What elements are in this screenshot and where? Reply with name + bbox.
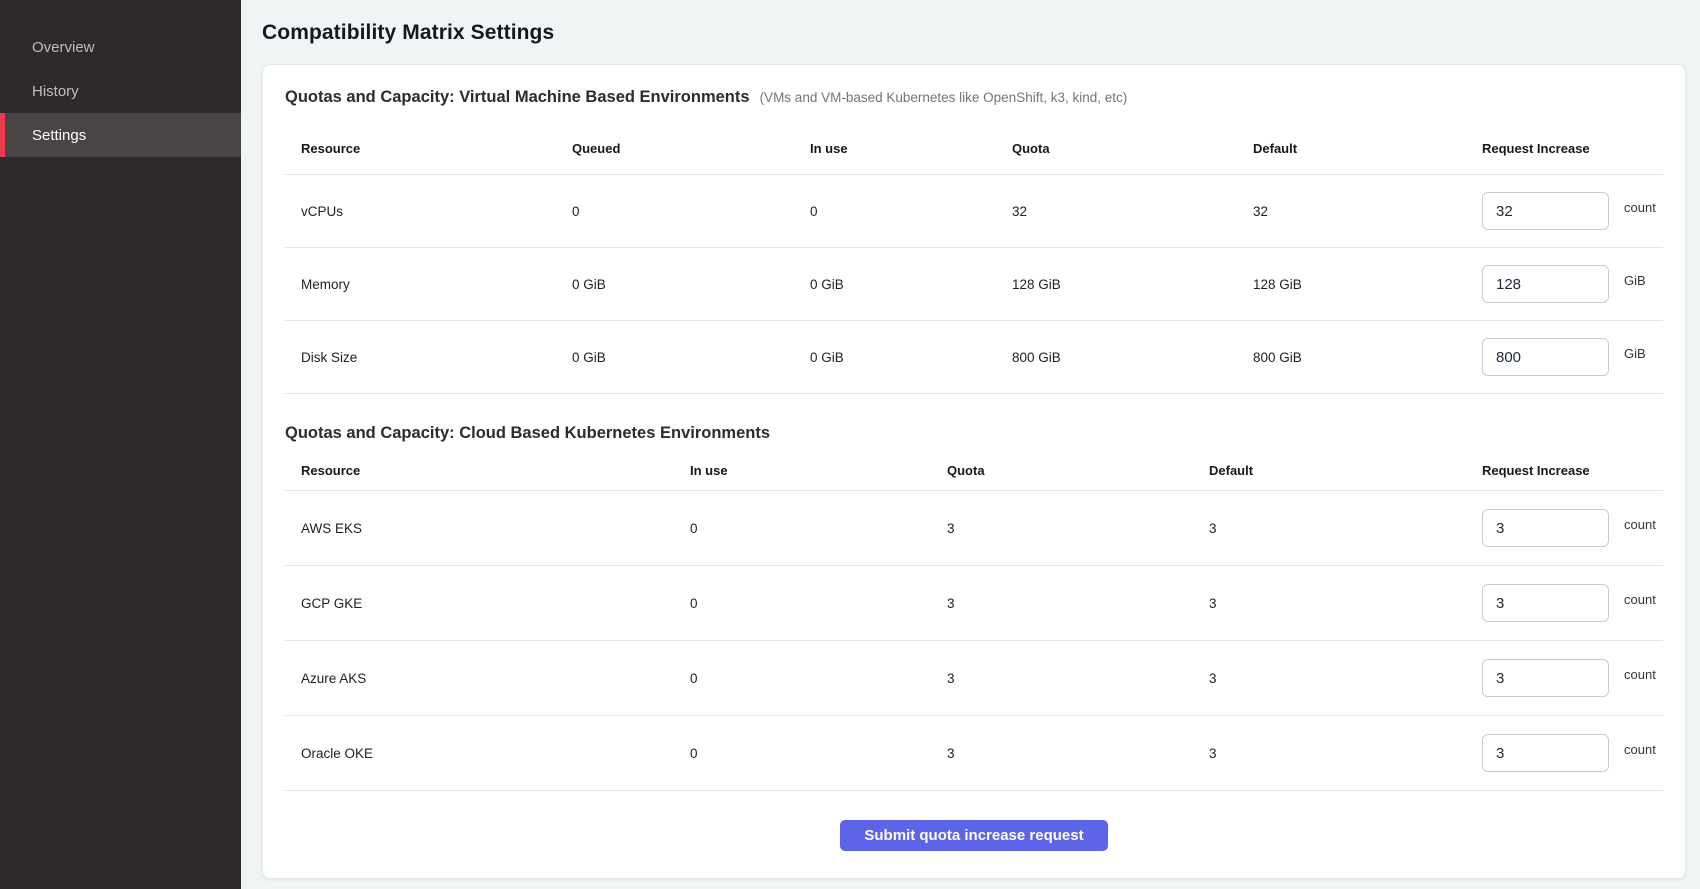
- request-increase-input-disk-size[interactable]: [1482, 338, 1609, 376]
- cell-default: 3: [1209, 596, 1482, 611]
- cell-default: 128 GiB: [1253, 277, 1482, 292]
- column-header-request-increase: Request Increase: [1482, 463, 1663, 478]
- request-increase-cell: GiB: [1482, 338, 1663, 376]
- cell-quota: 3: [947, 596, 1209, 611]
- request-increase-input-oracle-oke[interactable]: [1482, 734, 1609, 772]
- cell-default: 32: [1253, 204, 1482, 219]
- request-increase-cell: count: [1482, 659, 1663, 697]
- cell-default: 800 GiB: [1253, 350, 1482, 365]
- resource-name: Azure AKS: [285, 671, 690, 686]
- request-increase-cell: count: [1482, 192, 1663, 230]
- cell-quota: 3: [947, 671, 1209, 686]
- column-header-request-increase: Request Increase: [1482, 141, 1663, 156]
- column-header-in-use: In use: [690, 463, 947, 478]
- resource-name: AWS EKS: [285, 521, 690, 536]
- resource-name: GCP GKE: [285, 596, 690, 611]
- table-header-row: ResourceIn useQuotaDefaultRequest Increa…: [285, 451, 1663, 491]
- main-content: Compatibility Matrix Settings Quotas and…: [241, 0, 1700, 889]
- column-header-quota: Quota: [1012, 141, 1253, 156]
- cell-queued: 0 GiB: [572, 350, 810, 365]
- sidebar-nav: OverviewHistorySettings: [0, 25, 241, 157]
- section-subheading: (VMs and VM-based Kubernetes like OpenSh…: [760, 90, 1128, 105]
- cloud-quotas-section: Quotas and Capacity: Cloud Based Kuberne…: [285, 394, 1663, 791]
- table-row-oracle-oke: Oracle OKE033count: [285, 716, 1663, 791]
- cell-in-use: 0: [810, 204, 1012, 219]
- cell-default: 3: [1209, 671, 1482, 686]
- table-row-memory: Memory0 GiB0 GiB128 GiB128 GiBGiB: [285, 248, 1663, 321]
- button-row: Submit quota increase request: [285, 791, 1663, 851]
- column-header-resource: Resource: [285, 463, 690, 478]
- table-row-azure-aks: Azure AKS033count: [285, 641, 1663, 716]
- table-row-disk-size: Disk Size0 GiB0 GiB800 GiB800 GiBGiB: [285, 321, 1663, 394]
- cell-default: 3: [1209, 521, 1482, 536]
- resource-name: vCPUs: [285, 204, 572, 219]
- sidebar-item-overview[interactable]: Overview: [0, 25, 241, 69]
- request-increase-cell: count: [1482, 584, 1663, 622]
- unit-label: GiB: [1624, 346, 1646, 361]
- cell-quota: 3: [947, 746, 1209, 761]
- column-header-resource: Resource: [285, 141, 572, 156]
- vm-quotas-section: Quotas and Capacity: Virtual Machine Bas…: [285, 65, 1663, 394]
- section-heading-row: Quotas and Capacity: Virtual Machine Bas…: [285, 65, 1663, 107]
- column-header-quota: Quota: [947, 463, 1209, 478]
- cell-quota: 32: [1012, 204, 1253, 219]
- table-row-aws-eks: AWS EKS033count: [285, 491, 1663, 566]
- table-header-row: ResourceQueuedIn useQuotaDefaultRequest …: [285, 123, 1663, 175]
- request-increase-cell: GiB: [1482, 265, 1663, 303]
- section-heading-row: Quotas and Capacity: Cloud Based Kuberne…: [285, 394, 1663, 443]
- sidebar-item-settings[interactable]: Settings: [0, 113, 241, 157]
- cell-quota: 3: [947, 521, 1209, 536]
- submit-quota-increase-button[interactable]: Submit quota increase request: [840, 820, 1107, 851]
- request-increase-cell: count: [1482, 734, 1663, 772]
- unit-label: count: [1624, 200, 1656, 215]
- cell-quota: 128 GiB: [1012, 277, 1253, 292]
- column-header-in-use: In use: [810, 141, 1012, 156]
- section-heading: Quotas and Capacity: Virtual Machine Bas…: [285, 88, 750, 107]
- unit-label: GiB: [1624, 273, 1646, 288]
- sidebar: OverviewHistorySettings: [0, 0, 241, 889]
- page-title: Compatibility Matrix Settings: [262, 21, 1686, 45]
- cell-in-use: 0 GiB: [810, 350, 1012, 365]
- request-increase-input-memory[interactable]: [1482, 265, 1609, 303]
- unit-label: count: [1624, 667, 1656, 682]
- table-row-gcp-gke: GCP GKE033count: [285, 566, 1663, 641]
- column-header-queued: Queued: [572, 141, 810, 156]
- table-body: AWS EKS033countGCP GKE033countAzure AKS0…: [285, 491, 1663, 791]
- cell-in-use: 0: [690, 521, 947, 536]
- resource-name: Disk Size: [285, 350, 572, 365]
- settings-card: Quotas and Capacity: Virtual Machine Bas…: [262, 64, 1686, 879]
- unit-label: count: [1624, 742, 1656, 757]
- column-header-default: Default: [1209, 463, 1482, 478]
- resource-name: Memory: [285, 277, 572, 292]
- app-window: OverviewHistorySettings Compatibility Ma…: [0, 0, 1700, 889]
- section-heading: Quotas and Capacity: Cloud Based Kuberne…: [285, 424, 770, 443]
- request-increase-input-azure-aks[interactable]: [1482, 659, 1609, 697]
- cell-default: 3: [1209, 746, 1482, 761]
- request-increase-input-vcpus[interactable]: [1482, 192, 1609, 230]
- resource-name: Oracle OKE: [285, 746, 690, 761]
- cell-in-use: 0: [690, 746, 947, 761]
- column-header-default: Default: [1253, 141, 1482, 156]
- cell-quota: 800 GiB: [1012, 350, 1253, 365]
- table-body: vCPUs003232countMemory0 GiB0 GiB128 GiB1…: [285, 175, 1663, 394]
- unit-label: count: [1624, 517, 1656, 532]
- cell-in-use: 0 GiB: [810, 277, 1012, 292]
- request-increase-input-aws-eks[interactable]: [1482, 509, 1609, 547]
- cell-in-use: 0: [690, 671, 947, 686]
- request-increase-cell: count: [1482, 509, 1663, 547]
- request-increase-input-gcp-gke[interactable]: [1482, 584, 1609, 622]
- cell-in-use: 0: [690, 596, 947, 611]
- cell-queued: 0: [572, 204, 810, 219]
- cell-queued: 0 GiB: [572, 277, 810, 292]
- unit-label: count: [1624, 592, 1656, 607]
- sidebar-item-history[interactable]: History: [0, 69, 241, 113]
- table-row-vcpus: vCPUs003232count: [285, 175, 1663, 248]
